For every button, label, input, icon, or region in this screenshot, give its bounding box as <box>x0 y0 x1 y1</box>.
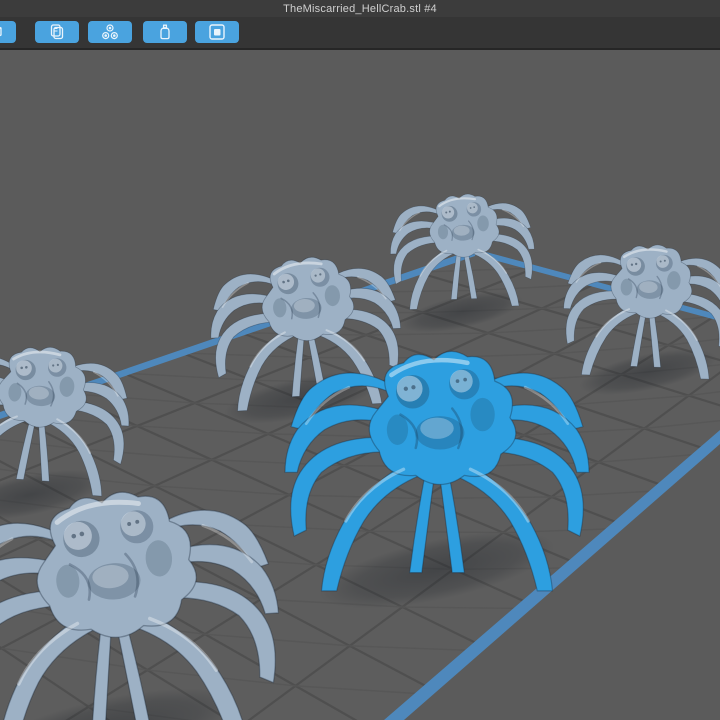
slicer-window: { "window": { "title": "TheMiscarried_He… <box>0 0 720 720</box>
resin-bottle-button[interactable] <box>143 21 187 43</box>
build-plate-icon <box>209 24 225 40</box>
resin-bottle-icon <box>160 24 170 40</box>
import-model-icon <box>0 26 2 37</box>
scene-canvas <box>0 190 720 720</box>
window-title: TheMiscarried_HellCrab.stl #4 <box>283 2 437 15</box>
viewport-3d[interactable] <box>0 50 720 720</box>
top-toolbar <box>0 17 720 51</box>
arrange-models-icon <box>102 24 118 40</box>
title-bar: TheMiscarried_HellCrab.stl #4 <box>0 0 720 17</box>
arrange-models-button[interactable] <box>88 21 132 43</box>
copy-model-icon <box>50 24 64 40</box>
copy-model-button[interactable] <box>35 21 79 43</box>
import-model-button[interactable] <box>0 21 16 43</box>
build-plate-button[interactable] <box>195 21 239 43</box>
